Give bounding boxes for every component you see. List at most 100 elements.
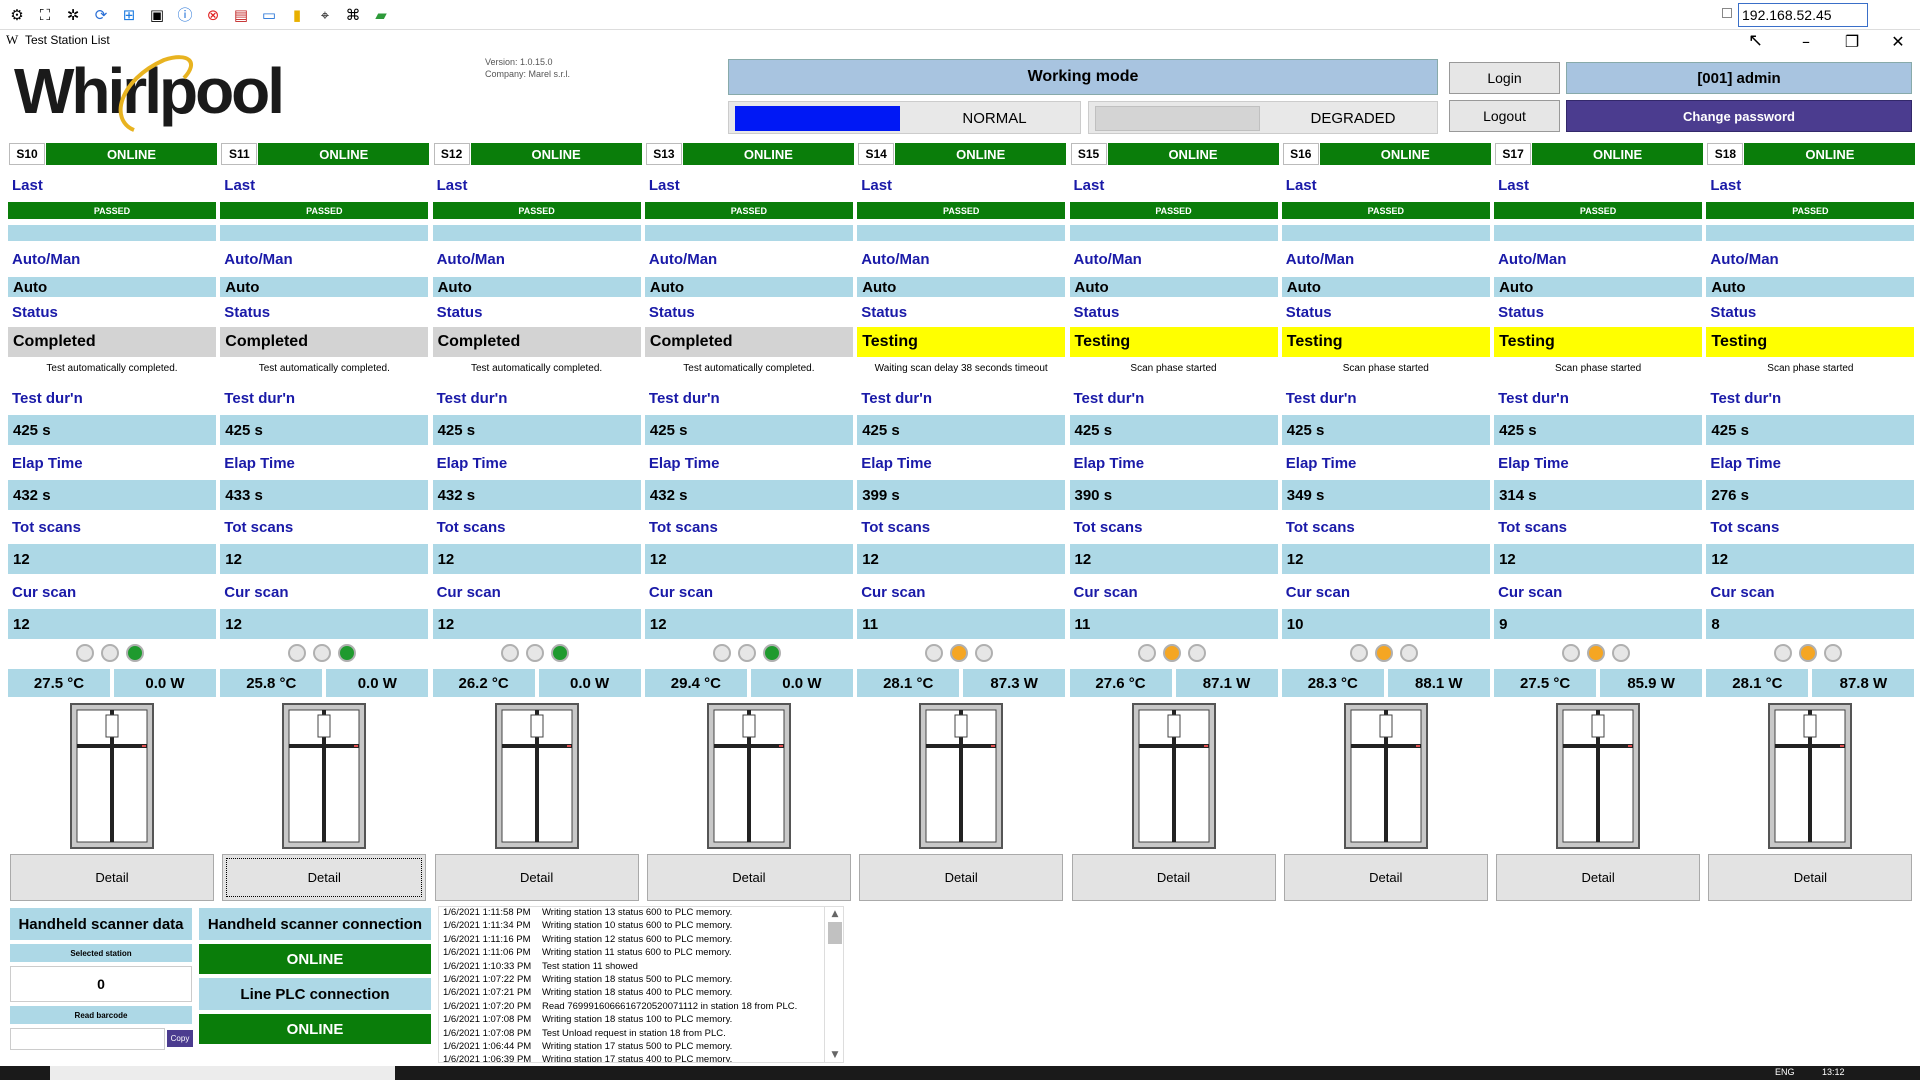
- event-log[interactable]: 1/6/2021 1:11:58 PM Writing station 13 st…: [438, 906, 844, 1063]
- detail-button[interactable]: Detail: [1708, 854, 1913, 901]
- current-scan-label: Cur scan: [1498, 584, 1563, 601]
- elapsed-time-label: Elap Time: [648, 455, 720, 472]
- taskbar-language[interactable]: ENG: [1775, 1067, 1795, 1077]
- close-red-icon[interactable]: ⊗: [202, 4, 224, 26]
- test-duration-value: 425 s: [1706, 415, 1915, 445]
- network-icon[interactable]: ⌖: [314, 4, 336, 26]
- led-indicator-icon: [101, 644, 119, 662]
- settings-icon[interactable]: ✲: [62, 4, 84, 26]
- station-column-s15: S15 ONLINE Last PASSED Auto/Man Auto Sta…: [1069, 143, 1279, 903]
- auto-man-value: Auto: [644, 277, 853, 297]
- status-value: Testing: [1281, 327, 1490, 357]
- auto-man-label: Auto/Man: [224, 251, 293, 268]
- led-indicator-icon: [762, 644, 781, 662]
- last-result-detail: [1494, 225, 1703, 241]
- barcode-input[interactable]: [10, 1028, 165, 1050]
- terminal-icon[interactable]: ▣: [146, 4, 168, 26]
- current-scan-value: 8: [1706, 609, 1915, 639]
- network-settings-icon[interactable]: ⌘: [342, 4, 364, 26]
- power-value: 87.3 W: [963, 669, 1066, 697]
- taskbar-search[interactable]: [50, 1066, 395, 1080]
- last-result-detail: [857, 225, 1066, 241]
- total-scans-label: Tot scans: [861, 519, 931, 536]
- minimize-icon[interactable]: –: [1786, 30, 1826, 52]
- info-icon[interactable]: ⓘ: [174, 4, 196, 26]
- detail-button[interactable]: Detail: [646, 854, 851, 901]
- detail-button[interactable]: Detail: [222, 854, 427, 901]
- station-column-s17: S17 ONLINE Last PASSED Auto/Man Auto Sta…: [1494, 143, 1704, 903]
- logout-button[interactable]: Logout: [1449, 100, 1560, 132]
- last-result-detail: [8, 225, 216, 241]
- log-entry: 1/6/2021 1:06:39 PM Writing station 17 st…: [439, 1054, 843, 1062]
- globe-gear-icon[interactable]: ⚙: [6, 4, 28, 26]
- windows-icon[interactable]: ⊞: [118, 4, 140, 26]
- power-value: 88.1 W: [1387, 669, 1490, 697]
- led-indicator-icon: [1562, 644, 1581, 662]
- last-label: Last: [1073, 177, 1105, 194]
- restore-icon[interactable]: ❐: [1832, 30, 1872, 52]
- change-password-button[interactable]: Change password: [1566, 100, 1912, 132]
- test-duration-label: Test dur'n: [861, 390, 932, 407]
- document-icon[interactable]: ▤: [230, 4, 252, 26]
- monitor-icon[interactable]: ▭: [258, 4, 280, 26]
- detail-button[interactable]: Detail: [859, 854, 1064, 901]
- detail-button[interactable]: Detail: [1071, 854, 1276, 901]
- last-label: Last: [436, 177, 468, 194]
- detail-button[interactable]: Detail: [434, 854, 639, 901]
- mode-normal-toggle[interactable]: NORMAL: [728, 101, 1081, 134]
- test-duration-label: Test dur'n: [1498, 390, 1569, 407]
- station-column-s11: S11 ONLINE Last PASSED Auto/Man Auto Sta…: [220, 143, 430, 903]
- last-result-badge: PASSED: [432, 202, 641, 219]
- scroll-thumb[interactable]: [828, 922, 842, 944]
- test-duration-label: Test dur'n: [1710, 390, 1782, 407]
- last-label: Last: [12, 177, 43, 194]
- detail-button[interactable]: Detail: [1283, 854, 1488, 901]
- auto-man-label: Auto/Man: [436, 251, 505, 268]
- selected-station-input[interactable]: [10, 966, 192, 1002]
- log-entry: 1/6/2021 1:07:21 PM Writing station 18 st…: [439, 987, 843, 1000]
- refrigerator-icon: [70, 703, 154, 849]
- led-indicator-icon: [288, 644, 307, 662]
- station-column-s13: S13 ONLINE Last PASSED Auto/Man Auto Sta…: [644, 143, 854, 903]
- mode-degraded-toggle[interactable]: DEGRADED: [1088, 101, 1438, 134]
- refrigerator-icon: [1768, 703, 1853, 849]
- log-entry: 1/6/2021 1:11:34 PM Writing station 10 st…: [439, 920, 843, 933]
- detail-button[interactable]: Detail: [1496, 854, 1701, 901]
- station-id: S16: [1282, 143, 1319, 165]
- total-scans-value: 12: [8, 544, 216, 574]
- chat-icon[interactable]: ▰: [370, 4, 392, 26]
- log-message: Writing station 17 status 500 to PLC mem…: [542, 1040, 733, 1052]
- elapsed-time-label: Elap Time: [861, 455, 932, 472]
- fullscreen-icon[interactable]: ⛶: [34, 4, 56, 26]
- taskbar-clock[interactable]: 13:12: [1822, 1067, 1845, 1077]
- ip-address-input[interactable]: [1738, 3, 1868, 27]
- led-indicator-icon: [737, 644, 756, 662]
- temperature-value: 28.3 °C: [1281, 669, 1384, 697]
- detail-button[interactable]: Detail: [10, 854, 214, 901]
- last-label: Last: [861, 177, 893, 194]
- toolbar: ⚙ ⛶ ✲ ⟳ ⊞ ▣ ⓘ ⊗ ▤ ▭ ▮ ⌖ ⌘ ▰: [0, 0, 1920, 30]
- status-value: Completed: [432, 327, 641, 357]
- brand-logo: Whirlpool: [14, 50, 285, 140]
- login-button[interactable]: Login: [1449, 62, 1560, 94]
- scroll-up-icon[interactable]: ▲: [825, 906, 845, 922]
- last-result-badge: PASSED: [8, 202, 216, 219]
- temperature-value: 27.6 °C: [1069, 669, 1172, 697]
- refresh-icon[interactable]: ⟳: [90, 4, 112, 26]
- power-value: 87.1 W: [1175, 669, 1278, 697]
- plc-connection-title: Line PLC connection: [199, 978, 431, 1010]
- window-close-icon[interactable]: ✕: [1878, 30, 1918, 52]
- log-entry: 1/6/2021 1:07:22 PM Writing station 18 st…: [439, 974, 843, 987]
- scroll-down-icon[interactable]: ▼: [825, 1047, 845, 1063]
- auto-man-label: Auto/Man: [1073, 251, 1142, 268]
- test-duration-value: 425 s: [1281, 415, 1490, 445]
- temperature-value: 28.1 °C: [857, 669, 960, 697]
- folder-icon[interactable]: ▮: [286, 4, 308, 26]
- log-scrollbar[interactable]: ▲ ▼: [824, 906, 844, 1063]
- current-scan-label: Cur scan: [436, 584, 501, 601]
- status-value: Testing: [1069, 327, 1278, 357]
- status-message: Test automatically completed.: [46, 363, 178, 374]
- copy-button[interactable]: Copy: [167, 1030, 193, 1047]
- elapsed-time-label: Elap Time: [436, 455, 508, 472]
- test-duration-value: 425 s: [220, 415, 429, 445]
